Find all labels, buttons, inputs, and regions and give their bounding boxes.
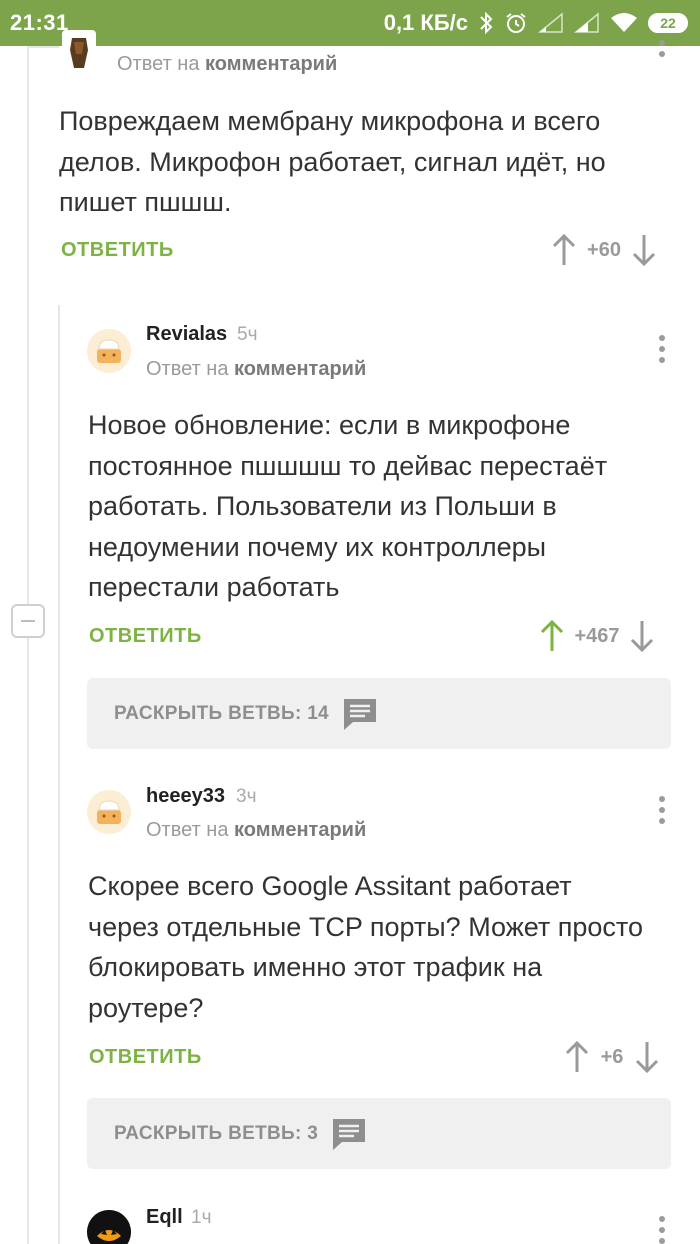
downvote-icon[interactable] <box>630 232 658 268</box>
thread-branch <box>27 46 59 48</box>
expand-branch-label: РАСКРЫТЬ ВЕТВЬ: 14 <box>114 702 329 724</box>
downvote-icon[interactable] <box>628 618 656 654</box>
expand-branch-label: РАСКРЫТЬ ВЕТВЬ: 3 <box>114 1122 319 1144</box>
reply-to-link[interactable]: комментарий <box>234 819 366 841</box>
net-speed: 0,1 КБ/с <box>383 10 468 35</box>
reply-to-link[interactable]: комментарий <box>205 53 337 75</box>
reply-to-link[interactable]: комментарий <box>234 358 366 380</box>
comment-username[interactable]: heeey33 <box>146 785 225 808</box>
signal-icon-2 <box>574 12 599 33</box>
comment-body: Новое обновление: если в микрофоне посто… <box>88 410 608 602</box>
more-options-icon[interactable] <box>652 28 672 68</box>
collapse-thread-button[interactable] <box>11 604 45 638</box>
comment-time: 1ч <box>191 1207 212 1228</box>
vote-score: +467 <box>574 624 620 647</box>
comment-body: Скорее всего Google Assitant работает че… <box>88 871 643 1023</box>
reply-to-info: Ответ на комментарий <box>146 819 367 841</box>
vote-controls: +6 <box>563 1039 661 1075</box>
reply-button[interactable]: ОТВЕТИТЬ <box>61 239 174 262</box>
comment-body: Повреждаем мембрану микрофона и всего де… <box>59 106 606 217</box>
comment-time: 3ч <box>236 786 257 807</box>
avatar[interactable] <box>62 30 96 70</box>
thread-line-outer-lower <box>27 638 29 1244</box>
avatar[interactable] <box>87 329 131 373</box>
comments-icon <box>333 1118 366 1150</box>
status-time: 21:31 <box>10 10 69 35</box>
reply-button[interactable]: ОТВЕТИТЬ <box>89 625 202 648</box>
comment-username[interactable]: Revialas <box>146 323 227 346</box>
vote-controls: +467 <box>538 618 656 654</box>
avatar[interactable] <box>87 1210 131 1244</box>
vote-score: +60 <box>587 238 621 261</box>
thread-line-outer <box>27 46 29 604</box>
status-bar: 21:31 0,1 КБ/с 22 <box>0 0 700 46</box>
branch-count: 3 <box>307 1122 319 1144</box>
thread-line-inner <box>58 305 60 1244</box>
vote-controls: +60 <box>550 232 658 268</box>
alarm-icon <box>506 13 526 33</box>
reply-to-info: Ответ на комментарий <box>117 53 338 75</box>
branch-count: 14 <box>307 702 329 724</box>
status-icons: 0,1 КБ/с 22 <box>384 10 688 36</box>
reply-to-info: Ответ на комментарий <box>146 358 367 380</box>
upvote-icon[interactable] <box>563 1039 591 1075</box>
comment-username[interactable]: Eqll <box>146 1206 183 1229</box>
comments-icon <box>343 698 376 730</box>
more-options-icon[interactable] <box>652 790 672 830</box>
reply-button[interactable]: ОТВЕТИТЬ <box>89 1046 202 1069</box>
wifi-icon <box>611 13 637 32</box>
signal-icon-1 <box>538 12 563 33</box>
expand-branch-button[interactable]: РАСКРЫТЬ ВЕТВЬ: 3 <box>87 1098 671 1169</box>
more-options-icon[interactable] <box>652 329 672 369</box>
downvote-icon[interactable] <box>633 1039 661 1075</box>
avatar[interactable] <box>87 790 131 834</box>
comment-time: 5ч <box>237 324 258 345</box>
upvote-icon[interactable] <box>550 232 578 268</box>
bluetooth-icon <box>480 11 493 35</box>
more-options-icon[interactable] <box>652 1212 672 1244</box>
upvote-icon[interactable] <box>538 618 566 654</box>
expand-branch-button[interactable]: РАСКРЫТЬ ВЕТВЬ: 14 <box>87 678 671 749</box>
vote-score: +6 <box>600 1045 624 1068</box>
